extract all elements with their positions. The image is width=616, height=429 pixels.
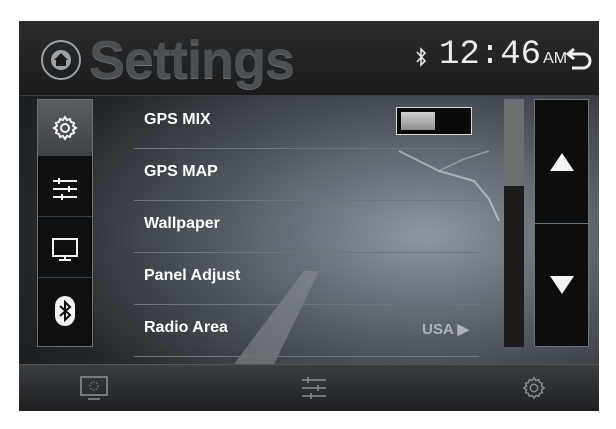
settings-row-panel-adjust[interactable]: Panel Adjust [134,253,479,305]
bottom-bar [19,364,599,411]
back-arrow-icon [565,47,592,70]
bluetooth-status-icon [416,47,427,67]
scroll-down-button[interactable] [535,224,588,346]
clock-time: 12:46 [439,36,542,74]
page-title: Settings [89,30,295,90]
scroll-up-button[interactable] [535,100,588,224]
triangle-up-icon [549,152,574,171]
bluetooth-icon [55,295,75,326]
screen-icon [80,376,108,400]
nav-item-audio-settings[interactable] [38,161,92,217]
settings-list: GPS MIX GPS MAP Wallpaper Panel Adjust R… [134,97,479,357]
settings-row-gps-map[interactable]: GPS MAP [134,149,479,201]
side-nav [37,99,93,347]
settings-row-gps-mix[interactable]: GPS MIX [134,97,479,149]
nav-item-general-settings[interactable] [38,100,92,156]
radio-area-value-text: USA [422,321,454,338]
nav-item-display-settings[interactable] [38,222,92,278]
bottom-display-button[interactable] [79,373,109,403]
bottom-settings-button[interactable] [519,373,549,403]
back-button[interactable] [564,43,594,71]
list-scrollbar[interactable] [504,99,524,347]
home-button[interactable] [41,40,81,80]
nav-item-bluetooth-settings[interactable] [38,283,92,338]
head-unit-screen: Settings 12:46 AM GPS MIX GPS MAP Wallpa… [19,21,599,411]
settings-row-label: Panel Adjust [144,267,241,284]
settings-row-label: Radio Area [144,319,228,336]
chevron-right-icon: ▶ [457,321,469,338]
sliders-icon [53,177,77,200]
gps-mix-toggle[interactable] [396,107,472,135]
settings-row-radio-area[interactable]: Radio Area USA ▶ [134,305,479,357]
settings-row-label: GPS MAP [144,163,218,180]
header-bar: Settings 12:46 AM [19,21,599,96]
clock: 12:46 AM [439,36,567,74]
radio-area-value: USA ▶ [422,320,469,338]
gear-icon [52,114,78,141]
toggle-knob [401,112,435,130]
page-arrow-panel [534,99,589,347]
settings-row-label: GPS MIX [144,111,211,128]
bottom-equalizer-button[interactable] [299,373,329,403]
gear-icon [522,376,546,400]
equalizer-icon [302,377,326,399]
triangle-down-icon [549,276,574,294]
monitor-icon [52,237,78,261]
settings-row-wallpaper[interactable]: Wallpaper [134,201,479,253]
scrollbar-thumb[interactable] [504,99,524,186]
settings-row-label: Wallpaper [144,215,220,232]
home-icon [51,50,71,70]
